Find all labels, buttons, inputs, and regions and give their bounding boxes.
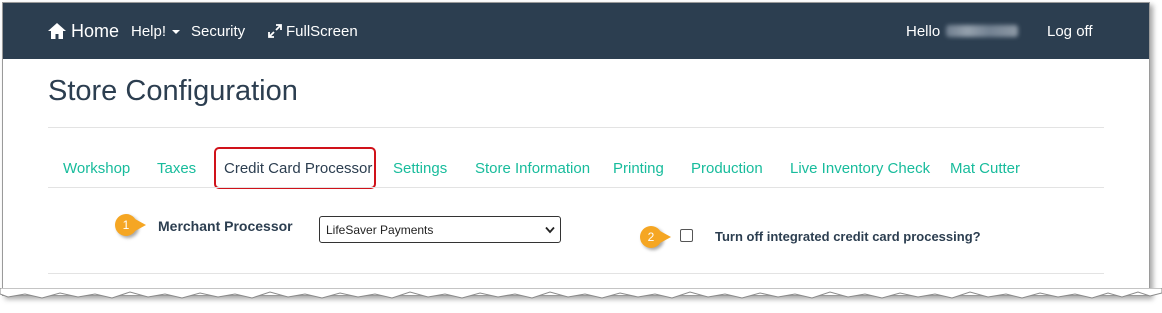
callout-badge-2: 2 [640, 226, 671, 248]
fullscreen-link[interactable]: FullScreen [267, 3, 358, 59]
home-label: Home [71, 20, 120, 41]
tab-settings[interactable]: Settings [393, 160, 447, 177]
tab-workshop[interactable]: Workshop [63, 160, 130, 177]
app-window: Home Help! Security FullScreen Hello Log… [2, 2, 1150, 296]
turn-off-cc-processing-checkbox[interactable] [680, 229, 693, 242]
help-label: Help! [131, 22, 167, 40]
merchant-processor-value: LifeSaver Payments [326, 222, 434, 237]
fullscreen-label: FullScreen [286, 22, 358, 40]
torn-edge [0, 288, 1162, 299]
divider [48, 127, 1104, 128]
top-navbar: Home Help! Security FullScreen Hello Log… [3, 3, 1149, 59]
turn-off-cc-processing-label: Turn off integrated credit card processi… [715, 229, 981, 244]
home-link[interactable]: Home [47, 3, 119, 59]
tab-taxes[interactable]: Taxes [157, 160, 196, 177]
hello-label: Hello [906, 22, 941, 40]
tab-live-inventory-check[interactable]: Live Inventory Check [790, 160, 930, 177]
divider [48, 187, 1104, 188]
chevron-down-icon [545, 226, 555, 234]
help-menu[interactable]: Help! [131, 3, 181, 59]
tab-production[interactable]: Production [691, 160, 763, 177]
security-label: Security [191, 22, 246, 40]
tab-credit-card-processor[interactable]: Credit Card Processor [224, 160, 372, 177]
tab-printing[interactable]: Printing [613, 160, 664, 177]
divider [48, 273, 1104, 274]
callout-badge-1: 1 [115, 214, 146, 236]
tab-mat-cutter[interactable]: Mat Cutter [950, 160, 1020, 177]
security-link[interactable]: Security [191, 3, 245, 59]
page-title: Store Configuration [48, 75, 298, 107]
logoff-link[interactable]: Log off [1047, 3, 1093, 59]
logoff-label: Log off [1047, 22, 1093, 40]
home-icon [48, 23, 66, 39]
merchant-processor-select[interactable]: LifeSaver Payments [319, 216, 561, 243]
caret-down-icon [172, 30, 181, 34]
merchant-processor-label: Merchant Processor [158, 218, 293, 234]
tab-store-information[interactable]: Store Information [475, 160, 590, 177]
expand-icon [268, 24, 282, 38]
user-greeting: Hello [906, 3, 1019, 59]
redacted-username [946, 25, 1019, 37]
